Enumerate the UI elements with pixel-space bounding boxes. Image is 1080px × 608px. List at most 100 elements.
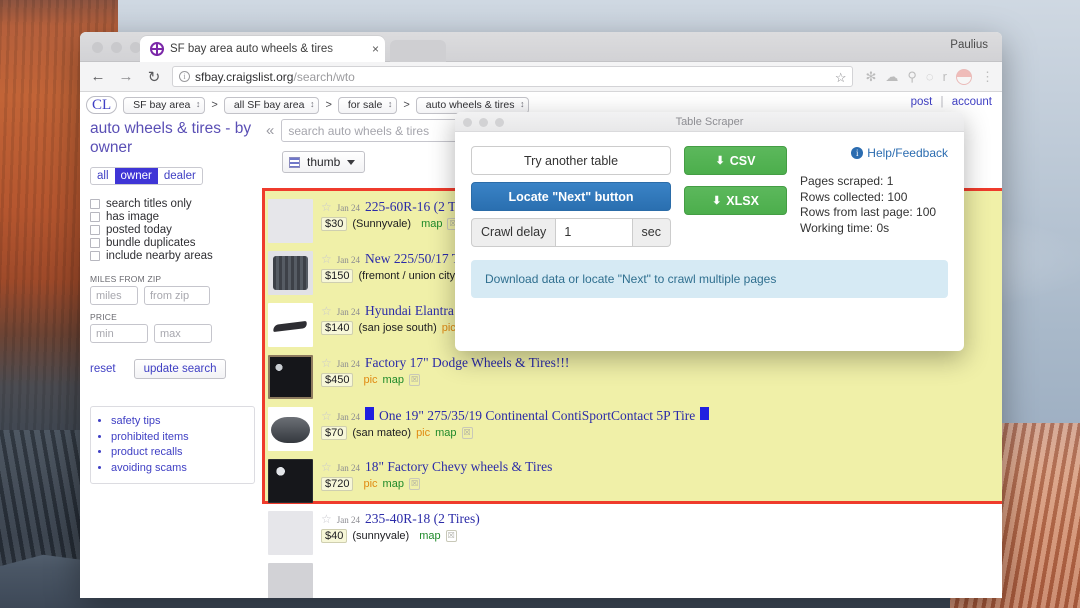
listing-thumbnail[interactable] [268,199,313,243]
chrome-menu-icon[interactable]: ⋮ [981,69,994,85]
help-feedback-link[interactable]: i Help/Feedback [800,146,948,160]
listing-price: $70 [321,426,347,440]
scraper-close-button[interactable] [463,118,472,127]
account-link[interactable]: account [952,96,992,108]
listing-map-tag[interactable]: map [383,374,404,386]
reset-link[interactable]: reset [90,363,116,375]
checkbox-include-nearby-areas[interactable]: include nearby areas [90,250,262,262]
breadcrumb-subregion[interactable]: all SF bay area [224,97,320,114]
list-item[interactable]: ☆ Jan 24 235-40R-18 (2 Tires) $40 (sunny… [265,507,1002,559]
price-max-input[interactable]: max [154,324,212,343]
list-item[interactable] [265,559,1002,598]
favorite-star-icon[interactable]: ☆ [321,409,332,423]
checkbox-box[interactable] [90,212,100,222]
try-another-table-button[interactable]: Try another table [471,146,671,175]
extension-icon-3[interactable]: ⚲ [907,69,917,85]
chevron-down-icon[interactable] [347,160,355,165]
listing-thumbnail[interactable] [268,355,313,399]
link-prohibited-items[interactable]: prohibited items [111,430,248,446]
extension-icon-2[interactable]: ☁ [885,69,898,85]
bookmark-star-icon[interactable]: ☆ [835,70,847,86]
listing-title[interactable]: 235-40R-18 (2 Tires) [365,511,480,527]
update-search-button[interactable]: update search [134,359,227,379]
listing-thumbnail[interactable] [268,407,313,451]
listing-thumbnail[interactable] [268,303,313,347]
download-xlsx-button[interactable]: ⬇ XLSX [684,186,787,215]
miles-input[interactable]: miles [90,286,138,305]
hide-listing-icon[interactable]: ☒ [409,374,420,386]
breadcrumb-category[interactable]: auto wheels & tires [416,97,530,114]
post-link[interactable]: post [911,96,933,108]
listing-title[interactable]: 18" Factory Chevy wheels & Tires [365,459,552,475]
back-icon[interactable]: ← [88,67,108,87]
list-item[interactable]: ☆ Jan 24 18" Factory Chevy wheels & Tire… [265,455,1002,507]
forward-icon[interactable]: → [116,67,136,87]
listing-title[interactable]: Factory 17" Dodge Wheels & Tires!!! [365,355,569,371]
breadcrumb-section[interactable]: for sale [338,97,397,114]
browser-tab-active[interactable]: SF bay area auto wheels & tires × [140,36,385,62]
listing-map-tag[interactable]: map [421,218,442,230]
favorite-star-icon[interactable]: ☆ [321,304,332,318]
extension-icon-1[interactable]: ✻ [865,69,876,85]
scraper-traffic-lights[interactable] [463,118,504,127]
checkbox-box[interactable] [90,199,100,209]
scraper-minimize-button[interactable] [479,118,488,127]
site-info-icon[interactable]: i [179,71,190,82]
checkbox-box[interactable] [90,225,100,235]
window-traffic-lights[interactable] [92,42,141,53]
listing-map-tag[interactable]: map [435,427,456,439]
list-item[interactable]: ☆ Jan 24 One 19" 275/35/19 Continental C… [265,403,1002,455]
link-avoiding-scams[interactable]: avoiding scams [111,461,248,477]
listing-title[interactable]: One 19" 275/35/19 Continental ContiSport… [379,408,695,424]
search-input[interactable]: search auto wheels & tires [281,119,466,142]
favorite-star-icon[interactable]: ☆ [321,512,332,526]
listing-title[interactable]: Hyundai Elantra [365,303,454,319]
checkbox-bundle-duplicates[interactable]: bundle duplicates [90,237,262,249]
checkbox-search-titles-only[interactable]: search titles only [90,198,262,210]
address-bar[interactable]: i sfbay.craigslist.org/search/wto ☆ [172,66,853,87]
listing-thumbnail[interactable] [268,563,313,598]
browser-user-label[interactable]: Paulius [950,39,988,51]
hide-listing-icon[interactable]: ☒ [462,427,473,439]
new-tab-button[interactable] [390,40,446,62]
checkbox-posted-today[interactable]: posted today [90,224,262,236]
reload-icon[interactable]: ↻ [144,67,164,87]
craigslist-logo[interactable]: CL [86,96,117,114]
download-csv-button[interactable]: ⬇ CSV [684,146,787,175]
favorite-star-icon[interactable]: ☆ [321,200,332,214]
close-icon[interactable]: × [372,36,379,62]
listing-thumbnail[interactable] [268,459,313,503]
filter-owner[interactable]: owner [115,168,158,184]
view-mode-dropdown[interactable]: thumb [282,151,365,173]
extension-icon-5[interactable]: r [943,69,947,84]
checkbox-box[interactable] [90,251,100,261]
link-safety-tips[interactable]: safety tips [111,414,248,430]
list-item[interactable]: ☆ Jan 24 Factory 17" Dodge Wheels & Tire… [265,351,1002,403]
extension-icon-4[interactable]: ◌ [926,69,934,84]
favorite-star-icon[interactable]: ☆ [321,252,332,266]
locate-next-button[interactable]: Locate "Next" button [471,182,671,211]
hide-listing-icon[interactable]: ☒ [446,530,457,542]
close-window-button[interactable] [92,42,103,53]
seller-type-toggle[interactable]: all owner dealer [90,167,203,185]
filter-dealer[interactable]: dealer [158,168,202,184]
filter-all[interactable]: all [91,168,115,184]
avatar[interactable] [956,69,972,85]
favorite-star-icon[interactable]: ☆ [321,356,332,370]
minimize-window-button[interactable] [111,42,122,53]
checkbox-has-image[interactable]: has image [90,211,262,223]
link-product-recalls[interactable]: product recalls [111,445,248,461]
crawl-delay-input[interactable]: 1 [556,218,632,247]
listing-thumbnail[interactable] [268,511,313,555]
scraper-zoom-button[interactable] [495,118,504,127]
price-min-input[interactable]: min [90,324,148,343]
favorite-star-icon[interactable]: ☆ [321,460,332,474]
breadcrumb-region[interactable]: SF bay area [123,97,205,114]
collapse-sidebar-icon[interactable]: « [266,122,274,139]
listing-map-tag[interactable]: map [419,530,440,542]
listing-map-tag[interactable]: map [383,478,404,490]
hide-listing-icon[interactable]: ☒ [409,478,420,490]
checkbox-box[interactable] [90,238,100,248]
listing-thumbnail[interactable] [268,251,313,295]
zip-input[interactable]: from zip [144,286,210,305]
